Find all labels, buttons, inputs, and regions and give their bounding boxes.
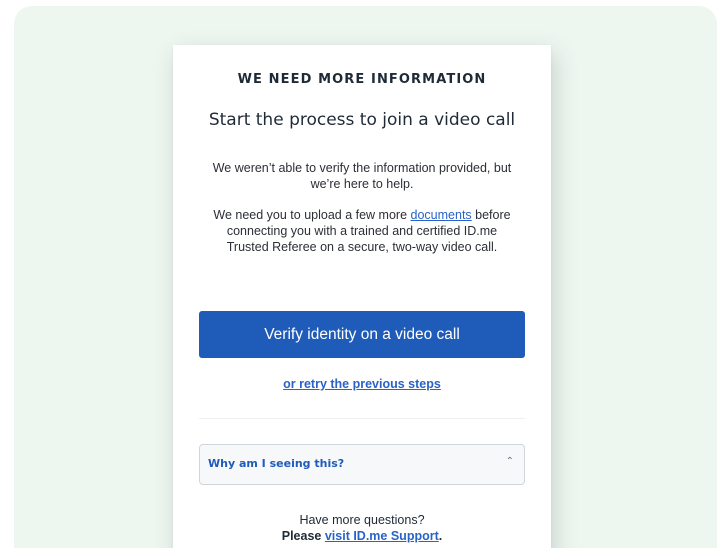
verify-video-call-button[interactable]: Verify identity on a video call	[199, 311, 525, 358]
support-link[interactable]: visit ID.me Support	[325, 529, 439, 543]
support-line: Please visit ID.me Support.	[173, 528, 551, 544]
upload-documents-text: We need you to upload a few more documen…	[211, 207, 513, 255]
questions-heading: Have more questions?	[299, 513, 425, 527]
chevron-up-icon: ⌃	[505, 456, 514, 467]
verification-failed-text: We weren’t able to verify the informatio…	[212, 161, 512, 191]
retry-previous-steps-link[interactable]: or retry the previous steps	[283, 377, 441, 391]
eyebrow-title: WE NEED MORE INFORMATION	[237, 72, 487, 87]
support-please: Please	[281, 529, 325, 543]
upload-text-start: We need you to upload a few more	[213, 208, 411, 222]
info-card: WE NEED MORE INFORMATION Start the proce…	[173, 45, 551, 548]
page-title: Start the process to join a video call	[208, 110, 516, 130]
accordion-label: Why am I seeing this?	[208, 457, 345, 470]
support-section: Have more questions? Please visit ID.me …	[173, 512, 551, 544]
why-seeing-this-accordion[interactable]: Why am I seeing this? ⌃	[199, 444, 525, 485]
retry-container: or retry the previous steps	[173, 377, 551, 391]
support-period: .	[438, 529, 443, 543]
page-background: WE NEED MORE INFORMATION Start the proce…	[14, 6, 717, 548]
divider	[199, 418, 525, 419]
documents-link[interactable]: documents	[411, 208, 472, 222]
